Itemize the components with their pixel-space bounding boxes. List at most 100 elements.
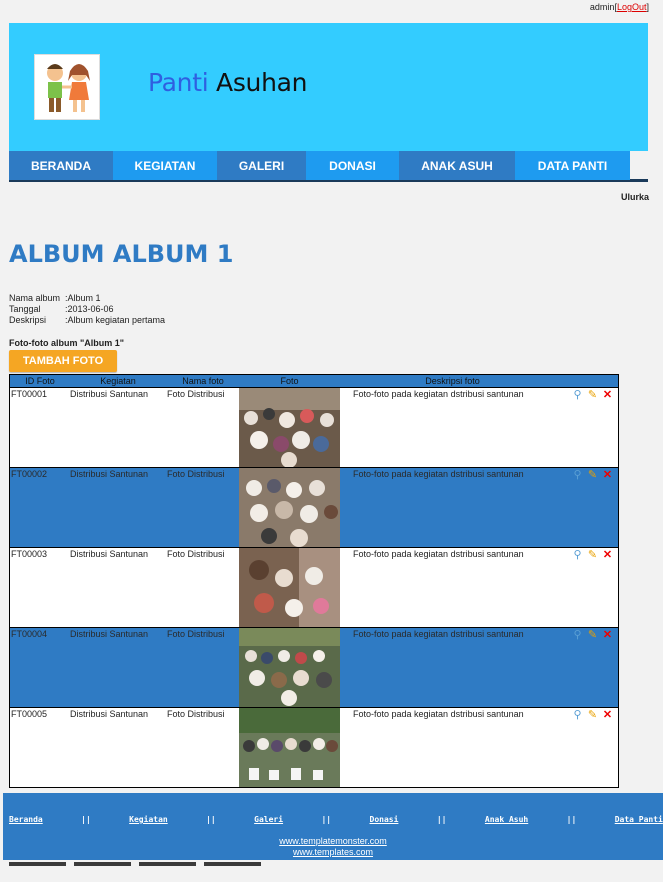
row-actions: ⚲ ✎ ✕	[565, 708, 618, 787]
credit-link-templatemonster[interactable]: www.templatemonster.com	[3, 836, 663, 847]
pencil-icon[interactable]: ✎	[587, 550, 598, 561]
pencil-icon[interactable]: ✎	[587, 470, 598, 481]
col-header-actions	[565, 375, 618, 387]
col-header-kegiatan: Kegiatan	[100, 376, 136, 386]
cell-deskripsi: Foto-foto pada kegiatan dstribusi santun…	[353, 389, 524, 399]
nav-galeri[interactable]: GALERI	[217, 151, 306, 180]
magnifier-icon[interactable]: ⚲	[572, 710, 583, 721]
col-header-nama: Nama foto	[182, 376, 224, 386]
footer-separator: ||	[436, 815, 447, 824]
footer-separator: ||	[566, 815, 577, 824]
site-title-word2: Asuhan	[216, 68, 308, 97]
delete-x-icon[interactable]: ✕	[602, 710, 613, 721]
site-footer: Beranda || Kegiatan || Galeri || Donasi …	[3, 793, 663, 860]
cell-nama: Foto Distribusi	[167, 389, 225, 399]
cell-nama: Foto Distribusi	[167, 709, 225, 719]
footer-link-anak-asuh[interactable]: Anak Asuh	[485, 815, 528, 824]
cell-id: FT00005	[11, 709, 48, 719]
row-actions: ⚲ ✎ ✕	[565, 468, 618, 547]
footer-credits: www.templatemonster.com www.templates.co…	[3, 836, 663, 858]
page-title: ALBUM ALBUM 1	[9, 240, 234, 268]
photo-thumbnail[interactable]	[239, 468, 340, 547]
nav-donasi[interactable]: DONASI	[306, 151, 399, 180]
cell-id: FT00004	[11, 629, 48, 639]
footer-link-galeri[interactable]: Galeri	[254, 815, 283, 824]
cell-nama: Foto Distribusi	[167, 469, 225, 479]
table-row: FT00001 Distribusi Santunan Foto Distrib…	[10, 387, 618, 468]
username: admin	[589, 2, 615, 12]
table-row: FT00003 Distribusi Santunan Foto Distrib…	[10, 547, 618, 627]
photo-thumbnail[interactable]	[239, 548, 340, 627]
cell-id: FT00002	[11, 469, 48, 479]
cell-deskripsi: Foto-foto pada kegiatan dstribusi santun…	[353, 469, 524, 479]
main-nav: BERANDA KEGIATAN GALERI DONASI ANAK ASUH…	[9, 151, 648, 182]
footer-link-kegiatan[interactable]: Kegiatan	[129, 815, 168, 824]
photo-thumbnail[interactable]	[239, 388, 340, 468]
row-actions: ⚲ ✎ ✕	[565, 628, 618, 707]
user-bar: admin[LogOut]	[589, 2, 649, 12]
footer-separator: ||	[206, 815, 216, 824]
album-desc-label: Deskripsi	[9, 315, 47, 325]
cell-deskripsi: Foto-foto pada kegiatan dstribusi santun…	[353, 549, 524, 559]
col-header-id: ID Foto	[25, 376, 55, 386]
pencil-icon[interactable]: ✎	[587, 630, 598, 641]
table-row: FT00005 Distribusi Santunan Foto Distrib…	[10, 707, 618, 787]
cell-deskripsi: Foto-foto pada kegiatan dstribusi santun…	[353, 629, 524, 639]
row-actions: ⚲ ✎ ✕	[565, 548, 618, 627]
add-photo-button[interactable]: TAMBAH FOTO	[9, 350, 117, 372]
table-row: FT00004 Distribusi Santunan Foto Distrib…	[10, 627, 618, 707]
cell-kegiatan: Distribusi Santunan	[70, 709, 149, 719]
cell-kegiatan: Distribusi Santunan	[70, 629, 149, 639]
album-date-value: :2013-06-06	[65, 304, 114, 314]
site-title: Panti Asuhan	[148, 68, 308, 97]
pencil-icon[interactable]: ✎	[587, 390, 598, 401]
album-desc-value: :Album kegiatan pertama	[65, 315, 166, 325]
photos-heading: Foto-foto album "Album 1"	[9, 338, 125, 348]
delete-x-icon[interactable]: ✕	[602, 630, 613, 641]
table-row: FT00002 Distribusi Santunan Foto Distrib…	[10, 467, 618, 547]
footer-separator: ||	[321, 815, 332, 824]
cell-id: FT00001	[11, 389, 48, 399]
photo-table: ID Foto Kegiatan Nama foto Foto Deskrips…	[9, 374, 619, 788]
cell-id: FT00003	[11, 549, 48, 559]
footer-separator: ||	[81, 815, 91, 824]
magnifier-icon[interactable]: ⚲	[572, 550, 583, 561]
site-header: Panti Asuhan	[9, 23, 648, 151]
cell-kegiatan: Distribusi Santunan	[70, 549, 149, 559]
delete-x-icon[interactable]: ✕	[602, 550, 613, 561]
nav-data-panti[interactable]: DATA PANTI	[515, 151, 630, 180]
album-info: Nama album:Album 1 Tanggal:2013-06-06 De…	[9, 293, 165, 326]
row-actions: ⚲ ✎ ✕	[565, 388, 618, 467]
footer-nav: Beranda || Kegiatan || Galeri || Donasi …	[9, 815, 663, 824]
photo-thumbnail[interactable]	[239, 628, 340, 707]
footer-underline-bars	[9, 862, 261, 866]
nav-anak-asuh[interactable]: ANAK ASUH	[399, 151, 515, 180]
footer-link-data-panti[interactable]: Data Panti	[615, 815, 663, 824]
album-name-value: :Album 1	[65, 293, 101, 303]
nav-beranda[interactable]: BERANDA	[9, 151, 113, 180]
magnifier-icon[interactable]: ⚲	[572, 630, 583, 641]
site-title-word1: Panti	[148, 68, 209, 97]
marquee-text: Ulurka	[620, 192, 649, 202]
footer-link-beranda[interactable]: Beranda	[9, 815, 43, 824]
table-header: ID Foto Kegiatan Nama foto Foto Deskrips…	[10, 375, 618, 387]
cell-nama: Foto Distribusi	[167, 629, 225, 639]
delete-x-icon[interactable]: ✕	[602, 390, 613, 401]
cell-deskripsi: Foto-foto pada kegiatan dstribusi santun…	[353, 709, 524, 719]
col-header-deskripsi: Deskripsi foto	[425, 376, 480, 386]
footer-link-donasi[interactable]: Donasi	[370, 815, 399, 824]
cell-kegiatan: Distribusi Santunan	[70, 389, 149, 399]
nav-kegiatan[interactable]: KEGIATAN	[113, 151, 217, 180]
credit-link-templates[interactable]: www.templates.com	[3, 847, 663, 858]
pencil-icon[interactable]: ✎	[587, 710, 598, 721]
magnifier-icon[interactable]: ⚲	[572, 470, 583, 481]
album-date-label: Tanggal	[9, 304, 41, 314]
logout-link[interactable]: LogOut	[617, 2, 647, 12]
delete-x-icon[interactable]: ✕	[602, 470, 613, 481]
photo-thumbnail[interactable]	[239, 708, 340, 787]
logo	[34, 54, 100, 120]
cell-kegiatan: Distribusi Santunan	[70, 469, 149, 479]
magnifier-icon[interactable]: ⚲	[572, 390, 583, 401]
cell-nama: Foto Distribusi	[167, 549, 225, 559]
col-header-foto: Foto	[280, 376, 299, 386]
